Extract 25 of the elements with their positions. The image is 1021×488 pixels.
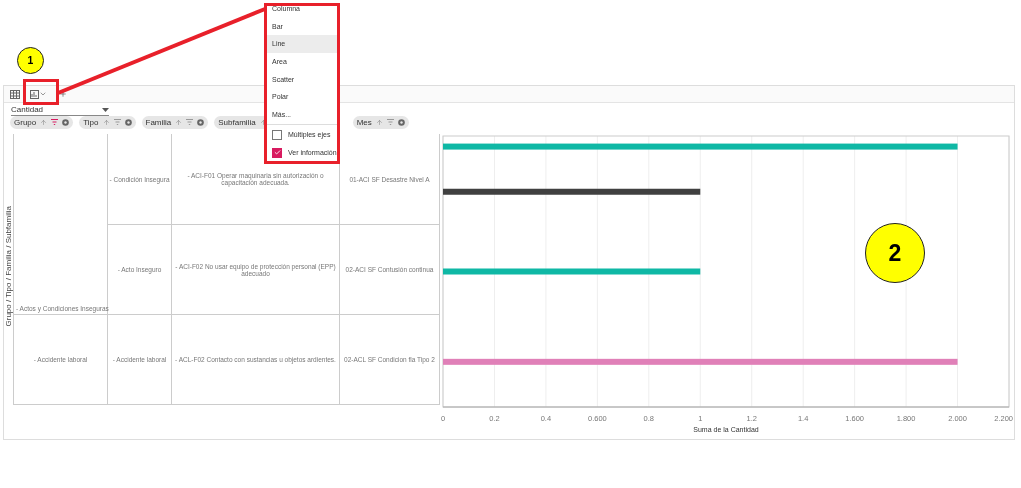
add-button[interactable]	[59, 90, 67, 99]
dropdown-arrow-icon	[102, 107, 109, 112]
table-icon	[10, 89, 20, 99]
filter-icon[interactable]	[113, 119, 121, 126]
highlight-frame	[23, 79, 59, 105]
settings-icon[interactable]	[397, 118, 405, 126]
filter-icon[interactable]	[386, 119, 394, 126]
checkbox[interactable]	[272, 147, 282, 158]
table-view-button[interactable]	[10, 89, 20, 99]
filter-icon[interactable]	[186, 119, 194, 126]
settings-icon[interactable]	[62, 118, 70, 126]
settings-icon[interactable]	[197, 118, 205, 126]
field-chip[interactable]: Mes	[352, 115, 409, 129]
axis-title: Grupo / Tipo / Familia / Subfamilia	[4, 206, 13, 327]
chart-type-button[interactable]	[30, 89, 47, 99]
checkbox[interactable]	[272, 129, 282, 140]
field-chip[interactable]: Tipo	[79, 115, 136, 129]
measure-dropdown[interactable]: Cantidad	[11, 104, 109, 116]
chart-icon	[30, 89, 39, 99]
callout-badge: 2	[865, 223, 925, 283]
field-chip[interactable]: Familia	[141, 115, 209, 129]
callout-badge: 1	[17, 47, 44, 74]
filter-icon[interactable]	[51, 119, 59, 126]
settings-icon[interactable]	[124, 118, 132, 126]
sort-icon[interactable]	[259, 118, 267, 126]
